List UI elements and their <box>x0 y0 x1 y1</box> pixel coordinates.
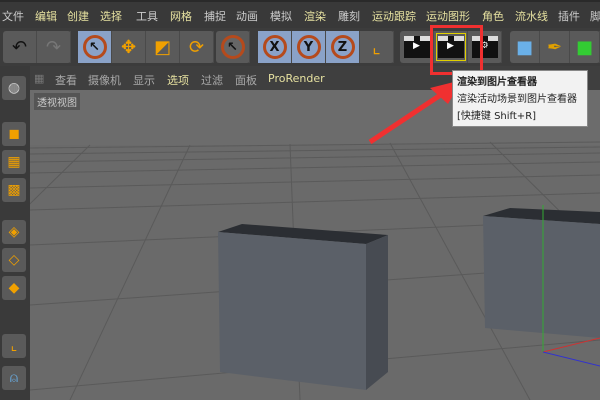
tooltip-title: 渲染到图片查看器 <box>457 77 537 88</box>
tooltip-shortcut: [快捷键 Shift+R] <box>457 111 537 122</box>
annotation-arrow <box>368 80 462 145</box>
tooltip: 渲染到图片查看器 渲染活动场景到图片查看器 [快捷键 Shift+R] <box>452 70 588 127</box>
tooltip-description: 渲染活动场景到图片查看器 <box>457 94 577 105</box>
